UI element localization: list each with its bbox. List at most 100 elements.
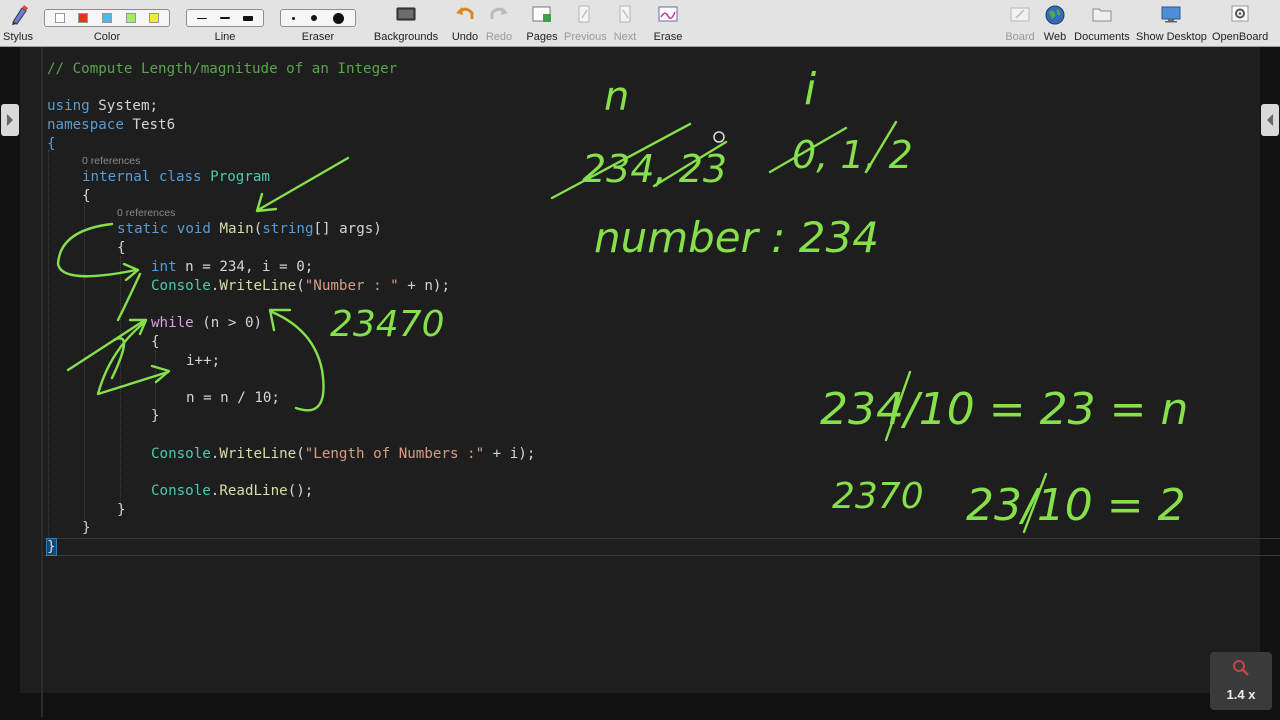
pages-button[interactable]: Pages <box>526 0 558 46</box>
left-rail <box>0 47 20 720</box>
main-params: [] args) <box>313 221 382 237</box>
main-signature-line: static void Main(string[] args) <box>117 221 382 237</box>
right-panel-toggle[interactable] <box>1261 104 1279 136</box>
indent-guide <box>48 150 49 540</box>
using-target: System; <box>89 98 159 114</box>
board-button[interactable]: Board <box>1004 0 1036 46</box>
folder-icon <box>1092 8 1112 22</box>
bottom-bar <box>20 693 1260 720</box>
code-editor[interactable] <box>20 47 1260 693</box>
writeline-args: + n); <box>398 278 450 294</box>
writeline-number-line: Console.WriteLine("Number : " + n); <box>151 278 450 294</box>
globe-icon <box>1045 5 1065 25</box>
main-close-brace: } <box>117 502 126 518</box>
eraser-medium-option[interactable] <box>311 15 317 21</box>
line-thick-option[interactable] <box>243 15 254 21</box>
indent-guide <box>120 256 121 506</box>
void-keyword: void <box>176 221 211 237</box>
show-desktop-label: Show Desktop <box>1136 31 1207 43</box>
left-panel-toggle[interactable] <box>1 104 19 136</box>
color-white-swatch[interactable] <box>54 13 65 23</box>
redo-button[interactable]: Redo <box>484 0 514 46</box>
line-tool: Line <box>186 0 264 46</box>
matched-brace: } <box>46 538 57 556</box>
color-palette <box>44 9 170 27</box>
class-keyword: class <box>158 169 202 185</box>
next-page-button[interactable]: Next <box>610 0 640 46</box>
namespace-line: namespace Test6 <box>47 117 175 133</box>
class-close-brace: } <box>82 520 91 536</box>
magnifier-icon <box>1233 660 1249 676</box>
desktop-icon <box>1161 6 1181 23</box>
writeline-args: + i); <box>484 446 536 462</box>
zoom-indicator: 1.4 x <box>1210 652 1272 710</box>
stylus-label: Stylus <box>3 31 33 43</box>
pages-label: Pages <box>526 31 558 43</box>
next-label: Next <box>613 31 637 43</box>
int-keyword: int <box>151 259 177 275</box>
string-keyword: string <box>262 221 314 237</box>
stylus-tool[interactable]: Stylus <box>2 0 34 46</box>
color-green-swatch[interactable] <box>125 13 136 23</box>
show-desktop-button[interactable]: Show Desktop <box>1136 0 1207 46</box>
main-open-brace: { <box>117 240 126 256</box>
undo-button[interactable]: Undo <box>450 0 480 46</box>
indent-guide <box>155 350 156 410</box>
static-keyword: static <box>117 221 169 237</box>
eraser-small-option[interactable] <box>292 16 295 20</box>
redo-label: Redo <box>485 31 513 43</box>
color-red-swatch[interactable] <box>78 13 89 23</box>
division-line: n = n / 10; <box>186 390 280 406</box>
code-comment: // Compute Length/magnitude of an Intege… <box>47 61 398 77</box>
increment-line: i++; <box>186 353 221 369</box>
eraser-size-picker <box>280 9 356 27</box>
console-class: Console <box>151 278 211 294</box>
undo-icon <box>456 7 474 19</box>
backgrounds-label: Backgrounds <box>373 31 439 43</box>
editor-gutter <box>41 47 43 717</box>
codelens-references[interactable]: 0 references <box>117 207 175 219</box>
documents-button[interactable]: Documents <box>1074 0 1130 46</box>
color-label: Color <box>93 31 121 43</box>
eraser-label: Eraser <box>301 31 335 43</box>
color-tool: Color <box>44 0 170 46</box>
console-class: Console <box>151 446 211 462</box>
readline-args: (); <box>287 483 314 499</box>
declaration-line: int n = 234, i = 0; <box>151 259 313 275</box>
using-keyword: using <box>47 98 90 114</box>
namespace-name: Test6 <box>123 117 176 133</box>
chevron-right-icon <box>7 114 13 126</box>
zoom-level: 1.4 x <box>1226 687 1256 702</box>
writeline-method: WriteLine <box>219 446 297 462</box>
color-yellow-swatch[interactable] <box>149 13 160 23</box>
previous-label: Previous <box>564 31 607 43</box>
while-line: while (n > 0) <box>151 315 262 331</box>
board-label: Board <box>1005 31 1035 43</box>
backgrounds-button[interactable]: Backgrounds <box>372 0 440 46</box>
openboard-gear-icon <box>1231 5 1249 22</box>
erase-button[interactable]: Erase <box>652 0 684 46</box>
documents-label: Documents <box>1074 31 1130 43</box>
previous-page-icon <box>578 5 590 23</box>
line-thin-option[interactable] <box>196 17 207 19</box>
readline-method: ReadLine <box>219 483 288 499</box>
stylus-icon <box>12 5 28 25</box>
add-page-icon <box>532 6 551 22</box>
line-width-picker <box>186 9 264 27</box>
current-line-highlight <box>44 538 1280 556</box>
eraser-large-option[interactable] <box>333 12 344 24</box>
web-button[interactable]: Web <box>1040 0 1070 46</box>
previous-page-button[interactable]: Previous <box>564 0 607 46</box>
backgrounds-icon <box>396 7 416 21</box>
right-rail <box>1260 47 1280 720</box>
line-medium-option[interactable] <box>219 17 230 19</box>
openboard-menu-button[interactable]: OpenBoard <box>1212 0 1268 46</box>
erase-label: Erase <box>653 31 683 43</box>
codelens-references[interactable]: 0 references <box>82 155 140 167</box>
color-blue-swatch[interactable] <box>101 13 112 23</box>
console-class: Console <box>151 483 211 499</box>
erase-board-icon <box>658 6 678 22</box>
eraser-tool: Eraser <box>280 0 356 46</box>
line-label: Line <box>214 31 236 43</box>
while-open-brace: { <box>151 334 160 350</box>
